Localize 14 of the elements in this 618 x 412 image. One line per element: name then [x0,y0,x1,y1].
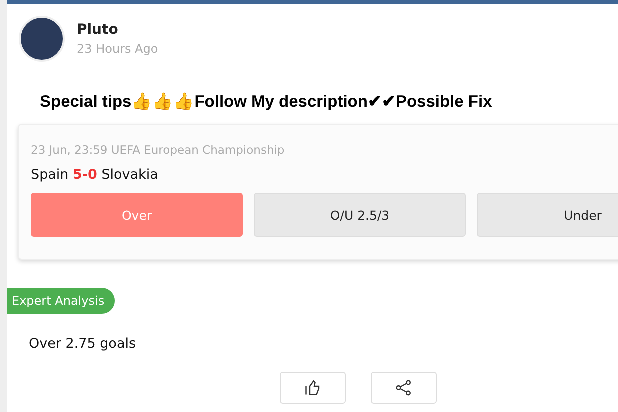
bet-option[interactable]: O/U 2.5/3 [254,193,466,237]
thumbs-up-icon [304,379,322,397]
post-title: Special tips👍👍👍Follow My description✔✔Possible Fix [39,92,494,112]
bet-option[interactable]: Under [477,193,618,237]
like-button[interactable] [280,372,346,404]
avatar [19,16,65,62]
analysis-text: Over 2.75 goals [29,336,137,352]
share-button[interactable] [371,372,437,404]
analysis-badge: Expert Analysis [7,288,115,314]
author-name: Pluto [77,22,120,38]
post-time: 23 Hours Ago [77,42,158,56]
match-info: 23 Jun, 23:59 UEFA European Championship [31,143,286,157]
match-score: Spain 5-0 Slovakia [31,167,160,183]
share-icon [395,379,413,397]
